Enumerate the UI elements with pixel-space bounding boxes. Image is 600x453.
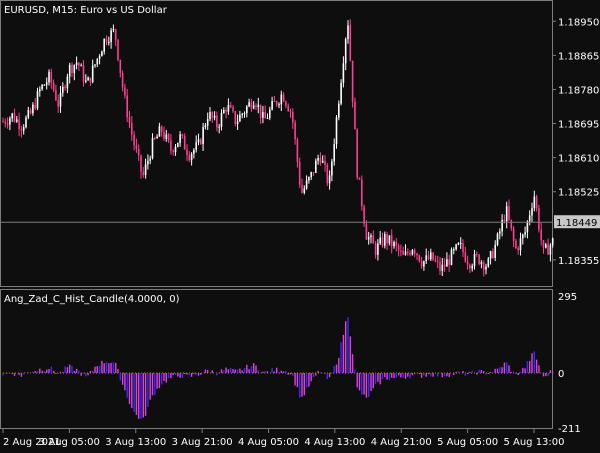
candle	[298, 157, 301, 188]
candle	[326, 162, 329, 187]
candle	[356, 128, 358, 180]
price-tick-label: 1.18780	[558, 85, 599, 96]
candle	[117, 39, 119, 62]
price-tick-label: 1.18355	[558, 256, 599, 267]
time-tick-label: 4 Aug 13:00	[304, 437, 365, 448]
candle	[418, 254, 421, 263]
time-tick-label: 3 Aug 13:00	[105, 437, 166, 448]
candle	[351, 60, 354, 108]
candle	[496, 232, 499, 247]
candle	[432, 252, 434, 262]
indicator-tick-label: 295	[558, 292, 577, 303]
price-tick-label: 1.18610	[558, 154, 599, 165]
time-tick-label: 5 Aug 13:00	[503, 437, 564, 448]
symbol-label: EURUSD, M15: Euro vs US Dollar	[4, 5, 168, 16]
price-tick-label: 1.18950	[558, 17, 599, 28]
candle	[538, 204, 540, 233]
trading-terminal: 1.18950 1.18865 1.18780 1.18695 1.18610 1.185…	[0, 0, 600, 450]
candle	[450, 247, 453, 266]
candle	[177, 142, 179, 148]
time-tick-label: 5 Aug 05:00	[437, 437, 498, 448]
candle	[340, 79, 342, 106]
time-tick-label: 4 Aug 05:00	[238, 437, 299, 448]
candle	[478, 253, 480, 266]
time-tick-label: 4 Aug 21:00	[371, 437, 432, 448]
price-tick-label: 1.18695	[558, 120, 599, 131]
price-tick-label: 1.18525	[558, 188, 599, 199]
time-tick-label: 3 Aug 21:00	[172, 437, 233, 448]
indicator-tick-label: 0	[558, 369, 564, 380]
chart-canvas[interactable]: 1.18950 1.18865 1.18780 1.18695 1.18610 1.185…	[0, 0, 600, 450]
candle	[361, 175, 363, 211]
candle	[335, 114, 338, 149]
indicator-label: Ang_Zad_C_Hist_Candle(4.0000, 0)	[4, 294, 180, 305]
candle	[354, 97, 356, 130]
time-tick-label: 3 Aug 05:00	[39, 437, 100, 448]
candle	[358, 177, 361, 180]
candle	[487, 257, 490, 268]
bid-price-label: 1.18449	[554, 215, 600, 229]
price-tick-label: 1.18865	[558, 51, 599, 62]
bid-price-value: 1.18449	[556, 218, 597, 229]
indicator-tick-label: -211	[558, 424, 581, 435]
candle	[349, 19, 352, 62]
